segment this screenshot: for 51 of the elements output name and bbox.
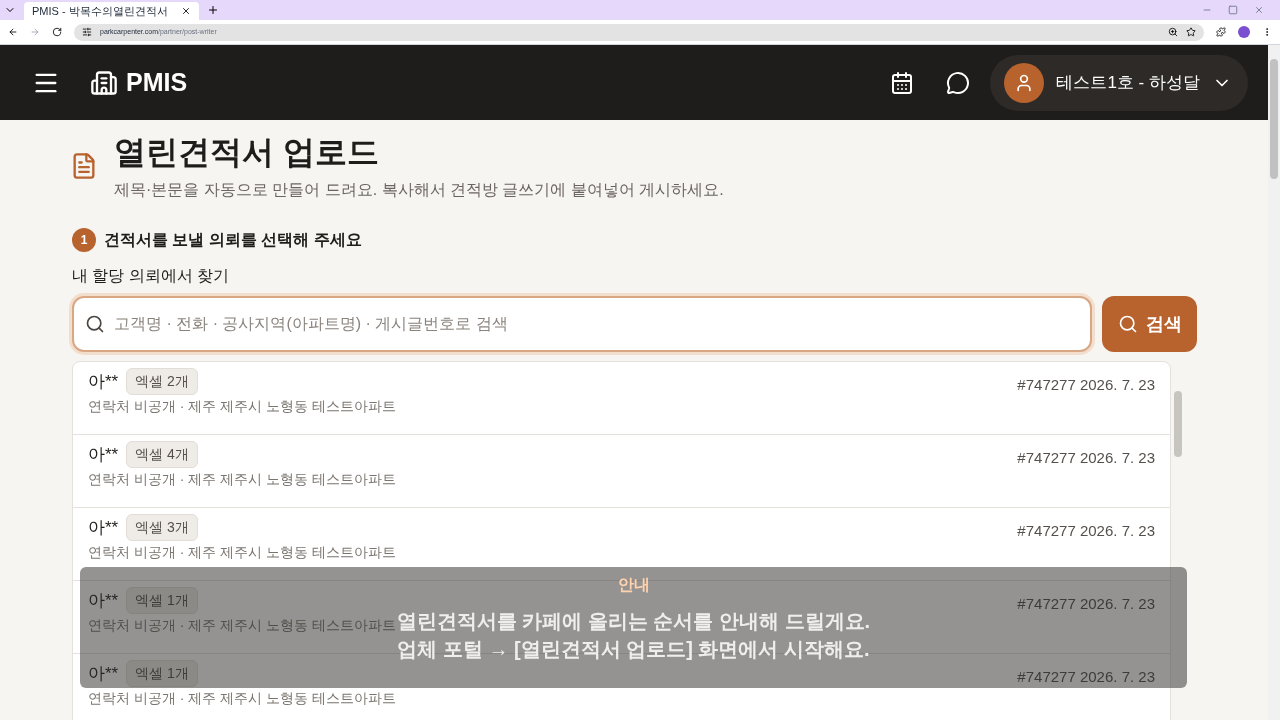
page-title: 열린견적서 업로드 xyxy=(114,133,380,172)
result-meta: #747277 2026. 7. 23 xyxy=(1017,521,1155,541)
search-label: 내 할당 의뢰에서 찾기 xyxy=(72,266,231,286)
search-icon xyxy=(85,314,105,334)
step-label: 견적서를 보낼 의뢰를 선택해 주세요 xyxy=(104,230,362,250)
file-count-badge: 엑셀 3개 xyxy=(126,514,198,541)
bookmark-icon[interactable] xyxy=(1186,27,1196,37)
back-icon[interactable] xyxy=(8,27,18,37)
result-detail: 연락처 비공개 · 제주 제주시 노형동 테스트아파트 xyxy=(88,689,396,708)
customer-name: 아** xyxy=(88,370,119,393)
search-button[interactable]: 검색 xyxy=(1102,296,1197,352)
brand-name[interactable]: PMIS xyxy=(126,63,188,102)
search-field[interactable]: 고객명 · 전화 · 공사지역(아파트명) · 게시글번호로 검색 xyxy=(72,296,1092,352)
site-info-icon[interactable] xyxy=(82,27,92,37)
close-window-icon[interactable] xyxy=(1254,5,1264,15)
step-number: 1 xyxy=(72,228,96,252)
customer-name: 아** xyxy=(88,662,119,685)
result-detail: 연락처 비공개 · 제주 제주시 노형동 테스트아파트 xyxy=(88,616,396,635)
notice-title: 안내 xyxy=(617,575,650,595)
result-detail: 연락처 비공개 · 제주 제주시 노형동 테스트아파트 xyxy=(88,470,396,489)
avatar-icon xyxy=(1004,62,1045,103)
new-tab-icon[interactable] xyxy=(207,4,219,16)
file-count-badge: 엑셀 2개 xyxy=(126,368,198,395)
browser-tab[interactable]: PMIS - 박목수의열린견적서 xyxy=(24,2,199,20)
close-icon[interactable] xyxy=(181,6,191,16)
customer-name: 아** xyxy=(88,443,119,466)
notice-text: 업체 포털 → [열린견적서 업로드] 화면에서 시작해요. xyxy=(397,637,870,662)
page-subtitle: 제목·본문을 자동으로 만들어 드려요. 복사해서 견적방 글쓰기에 붙여넣어 게시하세요. xyxy=(114,180,724,200)
chat-icon[interactable] xyxy=(946,70,971,95)
profile-avatar[interactable] xyxy=(1238,26,1250,38)
building-icon xyxy=(90,68,118,97)
file-count-badge: 엑셀 4개 xyxy=(126,441,198,468)
calendar-icon[interactable] xyxy=(890,70,915,95)
result-meta: #747277 2026. 7. 23 xyxy=(1017,375,1155,395)
result-meta: #747277 2026. 7. 23 xyxy=(1017,667,1155,687)
search-icon xyxy=(1117,314,1138,334)
customer-name: 아** xyxy=(88,589,119,612)
result-detail: 연락처 비공개 · 제주 제주시 노형동 테스트아파트 xyxy=(88,543,396,562)
result-detail: 연락처 비공개 · 제주 제주시 노형동 테스트아파트 xyxy=(88,397,396,416)
reload-icon[interactable] xyxy=(52,27,62,37)
tab-title: PMIS - 박목수의열린견적서 xyxy=(32,3,168,19)
file-count-badge: 엑셀 1개 xyxy=(126,660,198,687)
user-menu[interactable]: 테스트1호 - 하성달 xyxy=(990,54,1248,111)
customer-name: 아** xyxy=(88,516,119,539)
page-scrollbar[interactable] xyxy=(1268,45,1280,720)
notice-text: 열린견적서를 카페에 올리는 순서를 안내해 드릴게요. xyxy=(396,609,871,634)
result-meta: #747277 2026. 7. 23 xyxy=(1017,594,1155,614)
file-count-badge: 엑셀 1개 xyxy=(126,587,198,614)
zoom-icon[interactable] xyxy=(1168,27,1178,37)
extensions-icon[interactable] xyxy=(1216,27,1226,37)
result-meta: #747277 2026. 7. 23 xyxy=(1017,448,1155,468)
